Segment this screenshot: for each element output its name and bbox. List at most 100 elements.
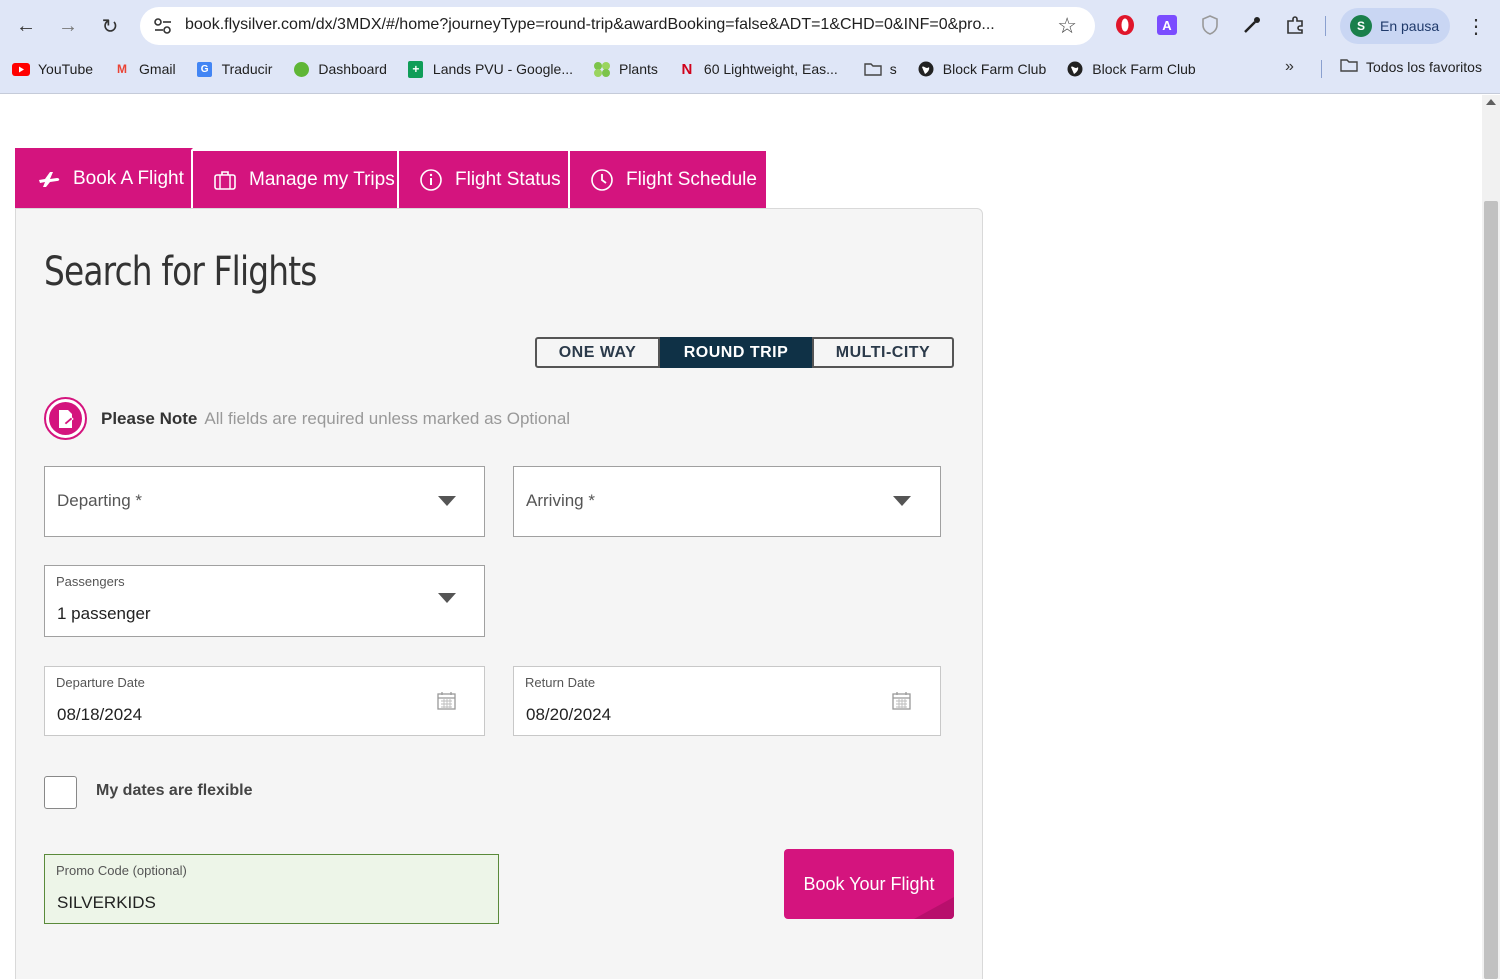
youtube-icon [12, 61, 30, 77]
bookmark-star-icon[interactable]: ☆ [1057, 13, 1077, 39]
bookmark-gmail[interactable]: M Gmail [113, 61, 176, 77]
tab-flight-schedule[interactable]: Flight Schedule [570, 151, 766, 208]
scroll-thumb[interactable] [1484, 201, 1498, 979]
multi-city-button[interactable]: MULTI-CITY [812, 337, 954, 368]
address-bar[interactable]: book.flysilver.com/dx/3MDX/#/home?journe… [140, 7, 1095, 45]
extensions-puzzle-icon[interactable] [1283, 13, 1307, 37]
promo-code-field[interactable]: Promo Code (optional) SILVERKIDS [44, 854, 499, 924]
bookmark-label: Block Farm Club [942, 61, 1047, 77]
bookmark-label: Dashboard [318, 61, 387, 77]
tab-flight-status[interactable]: Flight Status [399, 151, 570, 208]
tab-label: Flight Schedule [626, 168, 757, 190]
chevron-down-icon [893, 496, 911, 506]
bookmark-plants[interactable]: Plants [593, 61, 658, 77]
page-scrollbar[interactable] [1482, 95, 1500, 979]
sheets-icon: + [407, 60, 425, 78]
tab-manage-my-trips[interactable]: Manage my Trips [193, 151, 399, 208]
promo-code-label: Promo Code (optional) [56, 863, 187, 878]
departure-date-field[interactable]: Departure Date 08/18/2024 [44, 666, 485, 736]
bookmark-traducir[interactable]: G Traducir [196, 61, 273, 77]
arriving-placeholder: Arriving * [526, 491, 595, 510]
bookmark-youtube[interactable]: YouTube [12, 61, 93, 77]
button-corner-decoration [914, 897, 954, 919]
scroll-up-arrow-icon[interactable] [1486, 99, 1496, 105]
browser-menu-icon[interactable]: ⋮ [1466, 14, 1486, 39]
required-fields-note: Please Note All fields are required unle… [44, 397, 570, 440]
more-bookmarks-icon[interactable]: » [1285, 58, 1294, 76]
bookmark-block-farm-club-2[interactable]: Block Farm Club [1066, 61, 1196, 77]
tab-book-a-flight[interactable]: Book A Flight [15, 148, 193, 208]
passengers-select[interactable]: Passengers 1 passenger [44, 565, 485, 637]
all-bookmarks-label: Todos los favoritos [1366, 58, 1482, 75]
flexible-dates-checkbox[interactable] [44, 776, 77, 809]
return-date-label: Return Date [525, 675, 596, 690]
folder-icon [1340, 58, 1358, 75]
booking-tabs: Book A Flight Manage my Trips Flight Sta… [15, 148, 766, 208]
bookmark-label: 60 Lightweight, Eas... [703, 61, 838, 77]
bookmark-60-lightweight[interactable]: N 60 Lightweight, Eas... [678, 60, 838, 78]
profile-button[interactable]: S En pausa [1340, 8, 1450, 44]
calendar-icon[interactable] [437, 691, 456, 710]
bookmarks-divider [1321, 60, 1322, 78]
airplane-icon [37, 167, 61, 191]
departing-placeholder: Departing * [57, 491, 143, 510]
a-extension-icon[interactable]: A [1155, 13, 1179, 37]
bookmark-dashboard[interactable]: Dashboard [292, 61, 387, 77]
reload-icon[interactable]: ↻ [96, 12, 124, 40]
passengers-value: 1 passenger [57, 604, 151, 623]
all-bookmarks-button[interactable]: Todos los favoritos [1340, 58, 1482, 75]
toolbar-divider [1325, 16, 1326, 36]
opera-extension-icon[interactable] [1113, 13, 1137, 37]
avatar: S [1350, 15, 1372, 37]
globe-icon [917, 61, 935, 77]
tab-label: Manage my Trips [249, 168, 395, 190]
back-icon[interactable]: ← [12, 12, 40, 40]
bookmark-lands-pvu[interactable]: + Lands PVU - Google... [407, 60, 573, 78]
chevron-down-icon [438, 496, 456, 506]
eyedropper-icon[interactable] [1240, 13, 1264, 37]
bookmark-label: Lands PVU - Google... [432, 61, 573, 77]
bookmark-label: YouTube [38, 61, 94, 77]
site-settings-icon[interactable] [152, 16, 174, 36]
browser-chrome: ← → ↻ book.flysilver.com/dx/3MDX/#/home?… [0, 0, 1500, 94]
note-text: All fields are required unless marked as… [204, 408, 571, 428]
passengers-label: Passengers [56, 574, 125, 589]
flight-search-card: Search for Flights ONE WAY ROUND TRIP MU… [15, 208, 983, 979]
gmail-icon: M [117, 62, 128, 76]
clock-icon [590, 168, 614, 192]
calendar-icon[interactable] [892, 691, 911, 710]
trip-type-toggle: ONE WAY ROUND TRIP MULTI-CITY [535, 337, 954, 368]
luggage-icon [213, 168, 237, 192]
shield-extension-icon[interactable] [1198, 13, 1222, 37]
bookmark-label: Block Farm Club [1092, 61, 1196, 77]
tab-label: Book A Flight [73, 168, 184, 189]
bookmark-block-farm-club[interactable]: Block Farm Club [917, 61, 1046, 77]
folder-icon [864, 61, 882, 77]
chevron-down-icon [438, 593, 456, 603]
departing-select[interactable]: Departing * [44, 466, 485, 537]
bookmark-label: Plants [618, 61, 658, 77]
globe-icon [1066, 61, 1084, 77]
page-title: Search for Flights [44, 249, 317, 295]
forward-icon[interactable]: → [54, 12, 82, 40]
profile-status: En pausa [1380, 18, 1440, 34]
dashboard-icon [292, 61, 310, 77]
bookmark-folder-s[interactable]: s [864, 61, 897, 77]
bookmark-label: Gmail [139, 61, 176, 77]
info-icon [419, 168, 443, 192]
return-date-value: 08/20/2024 [526, 705, 612, 724]
one-way-button[interactable]: ONE WAY [535, 337, 660, 368]
bookmark-label: Traducir [221, 61, 273, 77]
n-icon: N [681, 60, 693, 78]
departure-date-value: 08/18/2024 [57, 705, 143, 724]
url-text[interactable]: book.flysilver.com/dx/3MDX/#/home?journe… [185, 16, 1040, 34]
arriving-select[interactable]: Arriving * [513, 466, 941, 537]
return-date-field[interactable]: Return Date 08/20/2024 [513, 666, 941, 736]
round-trip-button[interactable]: ROUND TRIP [660, 337, 812, 368]
book-button-label: Book Your Flight [803, 873, 935, 894]
note-label: Please Note [101, 408, 198, 428]
bookmark-label: s [889, 61, 897, 77]
book-your-flight-button[interactable]: Book Your Flight [784, 849, 954, 919]
translate-icon: G [196, 61, 214, 77]
bookmarks-bar: YouTube M Gmail G Traducir Dashboard + L… [12, 58, 1216, 80]
